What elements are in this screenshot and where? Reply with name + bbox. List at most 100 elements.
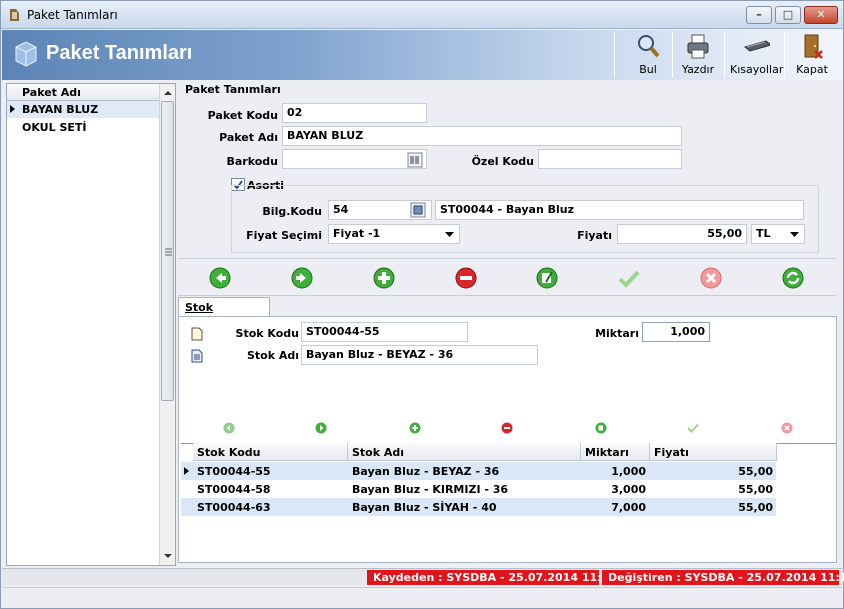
package-list-item-label: BAYAN BLUZ: [22, 103, 99, 116]
package-list-header[interactable]: Paket Adı: [7, 84, 159, 101]
currency-select[interactable]: TL: [751, 224, 805, 244]
printer-icon: [687, 34, 709, 59]
table-row[interactable]: ST00044-55 Bayan Bluz - BEYAZ - 36 1,000…: [181, 462, 776, 480]
bilg-kodu-label: Bilg.Kodu: [262, 205, 322, 218]
main-panel: Paket Tanımları Paket Kodu 02 Paket Adı …: [178, 83, 838, 563]
column-header-stok-kodu[interactable]: Stok Kodu: [193, 443, 348, 461]
cell-stok-adi: Bayan Bluz - BEYAZ - 36: [352, 465, 500, 478]
package-list-scrollbar[interactable]: [159, 84, 175, 565]
scrollbar-thumb[interactable]: [161, 101, 174, 401]
lookup-icon[interactable]: [410, 202, 426, 218]
cell-fiyati: 55,00: [738, 483, 773, 496]
next-record-button[interactable]: [291, 267, 313, 289]
exit-label: Kapat: [796, 63, 828, 76]
barcode-icon[interactable]: [407, 152, 423, 168]
find-label: Bul: [639, 63, 657, 76]
exit-door-icon: [804, 34, 823, 59]
title-bar: Paket Tanımları – □ ✕: [1, 1, 843, 29]
exit-button[interactable]: Kapat: [790, 30, 834, 80]
close-window-button[interactable]: ✕: [804, 6, 838, 24]
minimize-icon: –: [756, 8, 762, 21]
bilg-kodu-description: ST00044 - Bayan Bluz: [435, 200, 804, 220]
package-list-item[interactable]: OKUL SETİ: [7, 119, 159, 136]
add-record-button[interactable]: [373, 267, 395, 289]
cancel-item-button[interactable]: [781, 422, 793, 434]
close-icon: ✕: [816, 8, 826, 21]
document-list-icon[interactable]: [190, 349, 204, 363]
fiyat-secimi-value: Fiyat -1: [333, 227, 381, 240]
modified-by-status: Değiştiren : SYSDBA - 25.07.2014 11:19:0…: [602, 570, 844, 585]
barkodu-field[interactable]: [282, 149, 427, 169]
column-header-fiyati[interactable]: Fiyatı: [650, 443, 777, 461]
stok-grid: Stok Kodu Stok Adı Miktarı Fiyatı ST0004…: [181, 443, 836, 561]
package-list-item-label: OKUL SETİ: [22, 121, 87, 134]
delete-record-button[interactable]: [455, 267, 477, 289]
save-item-button[interactable]: [687, 422, 699, 434]
tab-stok-tanimlari[interactable]: Stok Tanımları: [178, 297, 270, 327]
currency-value: TL: [756, 227, 771, 240]
toolbar-separator: [672, 32, 673, 78]
save-record-button[interactable]: [618, 267, 640, 289]
table-row[interactable]: ST00044-58 Bayan Bluz - KIRMIZI - 36 3,0…: [181, 480, 776, 498]
cell-miktari: 3,000: [611, 483, 646, 496]
chevron-down-icon: [790, 232, 799, 237]
cell-stok-kodu: ST00044-58: [197, 483, 271, 496]
magnifier-icon: [638, 35, 660, 58]
find-button[interactable]: Bul: [626, 30, 670, 80]
stok-adi-field[interactable]: Bayan Bluz - BEYAZ - 36: [301, 345, 538, 365]
delete-item-button[interactable]: [501, 422, 513, 434]
edit-record-button[interactable]: [536, 267, 558, 289]
table-row[interactable]: ST00044-63 Bayan Bluz - SİYAH - 40 7,000…: [181, 498, 776, 516]
next-item-button[interactable]: [315, 422, 327, 434]
keyboard-icon: [743, 40, 770, 52]
package-list-item[interactable]: BAYAN BLUZ: [7, 101, 159, 118]
record-nav-bar: [178, 258, 836, 296]
cell-miktari: 7,000: [611, 501, 646, 514]
previous-record-button[interactable]: [209, 267, 231, 289]
cell-fiyati: 55,00: [738, 501, 773, 514]
toolbar-separator: [784, 32, 785, 78]
cell-stok-adi: Bayan Bluz - SİYAH - 40: [352, 501, 497, 514]
new-document-icon[interactable]: [190, 327, 204, 341]
cell-stok-adi: Bayan Bluz - KIRMIZI - 36: [352, 483, 509, 496]
grip-icon: [165, 248, 172, 256]
row-indicator-icon: [184, 467, 189, 475]
app-icon: [10, 9, 19, 21]
maximize-button[interactable]: □: [775, 6, 801, 24]
page-title: Paket Tanımları: [46, 42, 193, 64]
paket-adi-field[interactable]: BAYAN BLUZ: [282, 126, 682, 146]
add-item-button[interactable]: [409, 422, 421, 434]
miktari-field[interactable]: 1,000: [642, 322, 710, 342]
stok-kodu-field[interactable]: ST00044-55: [301, 322, 468, 342]
fiyat-secimi-select[interactable]: Fiyat -1: [328, 224, 460, 244]
paket-adi-label: Paket Adı: [219, 131, 278, 144]
scroll-down-icon[interactable]: [161, 549, 175, 563]
refresh-record-button[interactable]: [782, 267, 804, 289]
edit-item-button[interactable]: [595, 422, 607, 434]
cell-stok-kodu: ST00044-55: [197, 465, 271, 478]
cell-miktari: 1,000: [611, 465, 646, 478]
package-icon: [15, 41, 37, 67]
ozel-kodu-field[interactable]: [538, 149, 682, 169]
paket-kodu-field[interactable]: 02: [282, 103, 427, 123]
created-by-status: Kaydeden : SYSDBA - 25.07.2014 11:18:25: [367, 570, 637, 585]
package-list: Paket Adı BAYAN BLUZ OKUL SETİ: [6, 83, 176, 566]
fiyati-field[interactable]: 55,00: [617, 224, 747, 244]
minimize-button[interactable]: –: [746, 6, 772, 24]
fiyat-secimi-label: Fiyat Seçimi: [246, 229, 322, 242]
window-title: Paket Tanımları: [27, 8, 118, 22]
column-header-stok-adi[interactable]: Stok Adı: [348, 443, 581, 461]
scroll-up-icon[interactable]: [161, 86, 175, 100]
print-button[interactable]: Yazdır: [676, 30, 720, 80]
bottom-bar: [2, 587, 842, 607]
paket-kodu-label: Paket Kodu: [207, 109, 278, 122]
previous-item-button[interactable]: [223, 422, 235, 434]
cancel-record-button[interactable]: [700, 267, 722, 289]
status-bar: Kaydeden : SYSDBA - 25.07.2014 11:18:25 …: [2, 568, 844, 585]
column-header-miktari[interactable]: Miktarı: [581, 443, 650, 461]
print-label: Yazdır: [681, 63, 715, 76]
cell-stok-kodu: ST00044-63: [197, 501, 271, 514]
toolbar-separator: [724, 32, 725, 78]
shortcuts-button[interactable]: Kısayollar: [730, 30, 783, 80]
fiyati-label: Fiyatı: [577, 229, 612, 242]
